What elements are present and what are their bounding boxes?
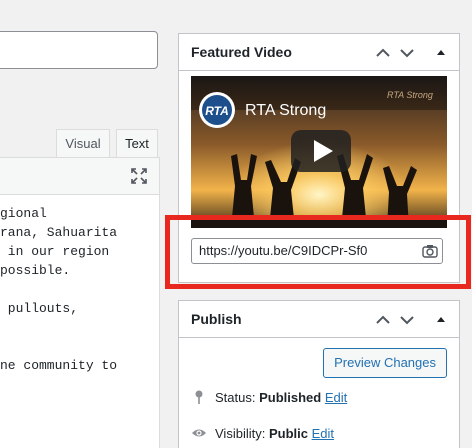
highlight-annotation [165, 215, 471, 289]
channel-logo-text: RTA [205, 104, 229, 118]
post-content-textarea[interactable]: gional rana, Sahuarita in our region possi… [0, 195, 160, 448]
editor-line: ne community to [0, 358, 118, 373]
move-down-icon[interactable] [397, 43, 417, 63]
publish-title: Publish [191, 311, 242, 327]
video-thumbnail-image: RTA RTA Strong RTA Strong [191, 76, 447, 228]
tab-text[interactable]: Text [116, 129, 158, 158]
post-content-text: gional rana, Sahuarita in our region possi… [0, 204, 117, 375]
editor-toolbar [0, 157, 160, 195]
editor-line: possible. [0, 263, 71, 278]
featured-video-title: Featured Video [191, 44, 292, 60]
preview-changes-button[interactable]: Preview Changes [323, 348, 447, 378]
editor-line: gional [0, 206, 47, 221]
video-thumbnail[interactable]: RTA RTA Strong RTA Strong [191, 76, 447, 228]
collapse-toggle-icon[interactable] [431, 310, 451, 330]
visibility-value: Public [268, 426, 308, 441]
move-up-icon[interactable] [373, 43, 393, 63]
visibility-row: Visibility: Public Edit [191, 425, 334, 441]
eye-icon [192, 429, 206, 437]
collapse-toggle-icon[interactable] [431, 43, 451, 63]
post-title-input[interactable] [0, 31, 158, 69]
editor-line: in our region [0, 244, 110, 259]
visibility-edit-link[interactable]: Edit [312, 426, 334, 441]
editor-line: rana, Sahuarita [0, 225, 118, 240]
pin-icon [195, 390, 203, 404]
publish-metabox: Publish Preview Changes Status: Publishe… [178, 300, 460, 448]
video-watermark: RTA Strong [387, 90, 433, 100]
status-edit-link[interactable]: Edit [325, 390, 347, 405]
status-row: Status: Published Edit [191, 389, 347, 405]
featured-video-header: Featured Video [179, 34, 459, 71]
move-up-icon[interactable] [373, 310, 393, 330]
publish-header: Publish [179, 301, 459, 338]
tab-visual[interactable]: Visual [56, 129, 110, 158]
video-title: RTA Strong [245, 102, 326, 119]
visibility-label: Visibility: [215, 426, 266, 441]
status-value: Published [259, 390, 322, 405]
move-down-icon[interactable] [397, 310, 417, 330]
wp-editor-page: Visual Text gional rana, Sahuarita in our… [0, 0, 472, 448]
status-label: Status: [215, 390, 256, 405]
editor-tabs: Visual Text [0, 129, 160, 158]
editor-line: pullouts, [0, 301, 79, 316]
fullscreen-icon[interactable] [131, 168, 147, 184]
